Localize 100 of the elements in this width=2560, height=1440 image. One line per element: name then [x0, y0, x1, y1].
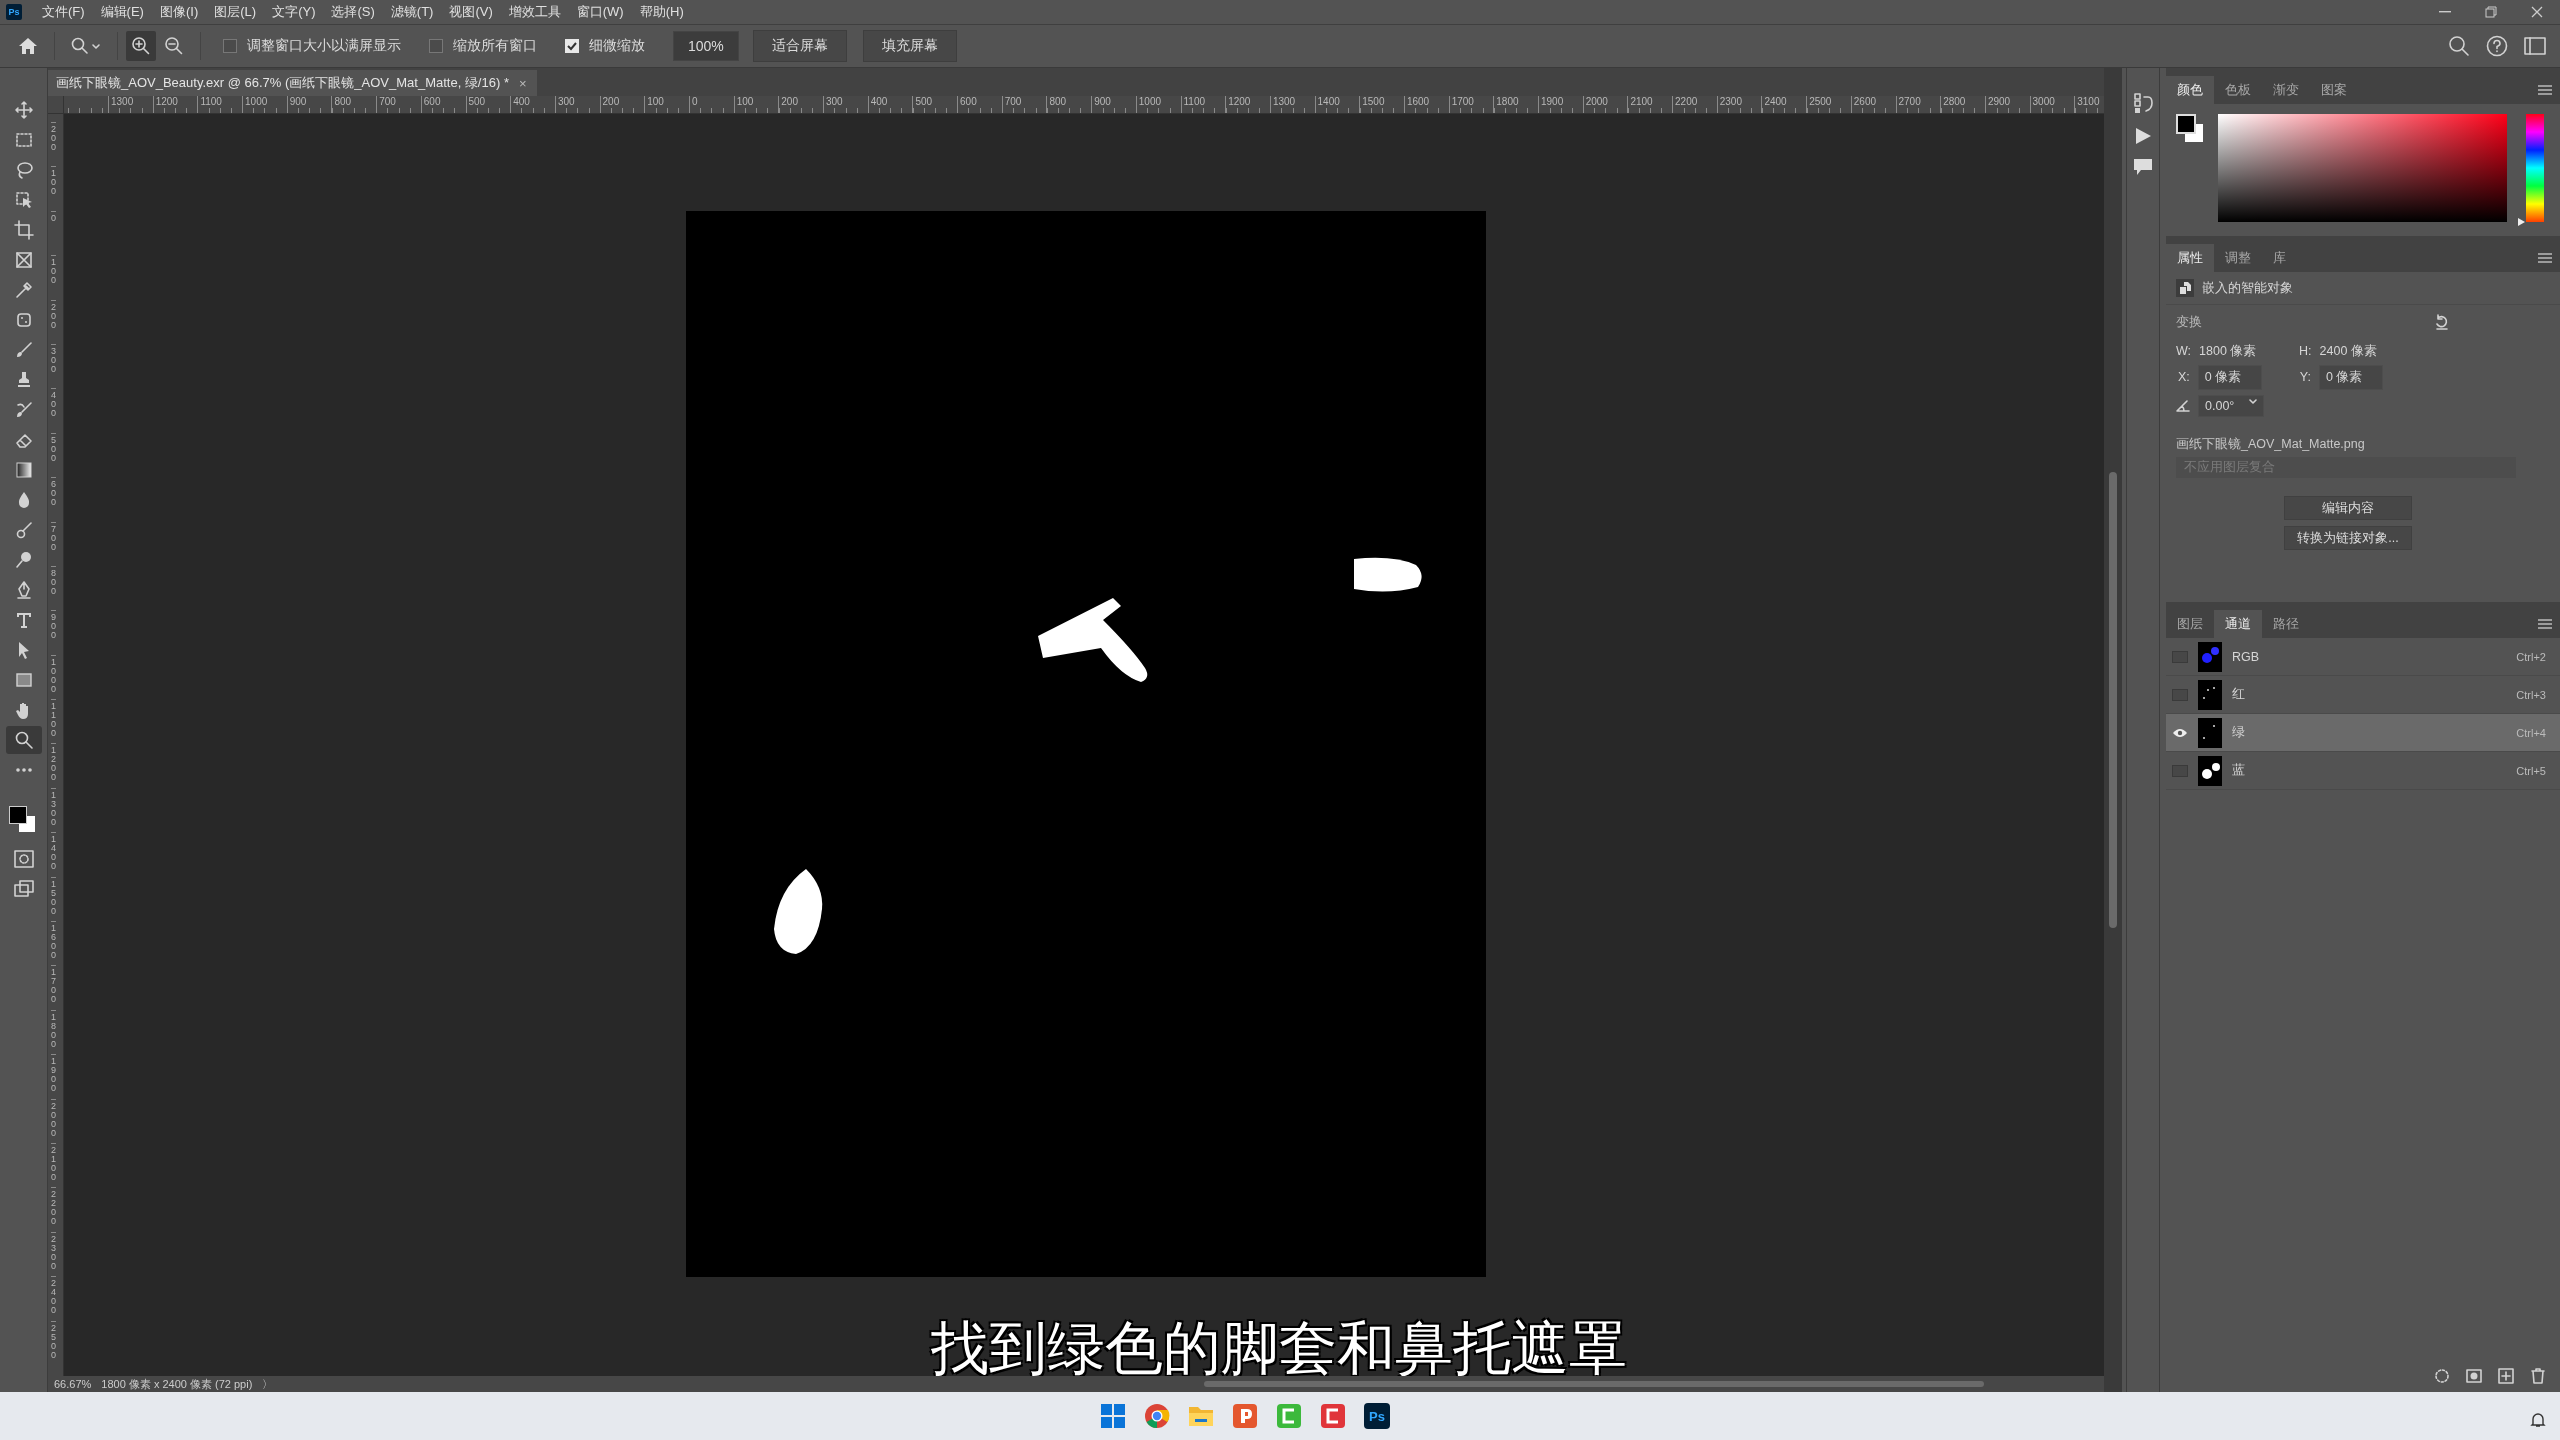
slider-thumb[interactable]: [2518, 218, 2525, 226]
visibility-toggle[interactable]: [2172, 650, 2188, 663]
menu-item[interactable]: 滤镜(T): [382, 3, 442, 21]
zoom-level: 66.67%: [54, 1378, 92, 1390]
ruler-label: 600: [51, 477, 56, 522]
panel-tab[interactable]: 图案: [2310, 76, 2358, 104]
close-icon[interactable]: ×: [518, 75, 527, 91]
document-tab[interactable]: 画纸下眼镜_AOV_Beauty.exr @ 66.7% (画纸下眼镜_AOV_Mat_Matte, 绿/16) * ×: [48, 70, 537, 96]
zoom-icon[interactable]: [71, 37, 101, 55]
convert-to-linked-button[interactable]: 转换为链接对象...: [2284, 526, 2412, 550]
ruler-label: 2500: [51, 1320, 56, 1365]
angle-field[interactable]: 0.00°: [2198, 395, 2264, 417]
ruler-label: 1600: [51, 921, 56, 966]
field-label: X:: [2178, 370, 2190, 384]
caret-icon[interactable]: [2249, 399, 2257, 405]
menu-item[interactable]: 编辑(E): [92, 3, 152, 21]
visibility-toggle[interactable]: [2172, 688, 2188, 701]
menu-item[interactable]: 帮助(H): [631, 3, 692, 21]
zoom-preset-button[interactable]: 适合屏幕: [752, 30, 847, 62]
panel-menu-icon[interactable]: [2538, 84, 2552, 96]
ruler-label: 2200: [51, 1187, 56, 1232]
ruler-label: 2000: [1582, 96, 1628, 113]
play-icon[interactable]: [2134, 126, 2152, 146]
y-field[interactable]: 0 像素: [2318, 364, 2383, 390]
status-arrow[interactable]: 〉: [262, 1376, 274, 1392]
edit-contents-button[interactable]: 编辑内容: [2284, 496, 2412, 520]
mask-icon[interactable]: [2466, 1368, 2482, 1384]
scrollbar[interactable]: [2104, 68, 2122, 1392]
trash-icon[interactable]: [2530, 1368, 2546, 1384]
panel-tab[interactable]: 调整: [2214, 244, 2262, 272]
presentation-app-icon[interactable]: [1230, 1401, 1260, 1431]
panel-tab[interactable]: 属性: [2166, 244, 2214, 272]
channel-row[interactable]: RGB Ctrl+2: [2166, 638, 2560, 676]
menu-item[interactable]: 视图(V): [441, 3, 501, 21]
checkbox[interactable]: [223, 39, 237, 53]
workspace-icon[interactable]: [2524, 37, 2546, 55]
zoom-icon: [13, 730, 34, 750]
zoom-field[interactable]: 100%: [673, 31, 739, 61]
field-label: Y:: [2299, 370, 2311, 384]
screen-mode-icon[interactable]: [13, 880, 34, 898]
ruler-label: 400: [51, 388, 56, 433]
restore-icon[interactable]: [2485, 6, 2497, 18]
bracket-app-icon[interactable]: [1274, 1401, 1304, 1431]
zoom-preset-button[interactable]: 填充屏幕: [862, 30, 957, 62]
checkbox[interactable]: [429, 39, 443, 53]
windows-start-icon[interactable]: [1098, 1401, 1128, 1431]
panel-tab[interactable]: 颜色: [2166, 76, 2214, 104]
visibility-toggle[interactable]: [2172, 764, 2188, 777]
ruler-label: 1000: [1135, 96, 1181, 113]
home-icon[interactable]: [18, 37, 38, 55]
panel-menu-icon[interactable]: [2538, 618, 2552, 630]
zoom-out-icon[interactable]: [164, 36, 184, 56]
help-icon[interactable]: [2486, 35, 2508, 57]
eye-icon[interactable]: [2172, 726, 2188, 739]
x-field[interactable]: 0 像素: [2197, 364, 2262, 390]
channel-name: 蓝: [2232, 762, 2245, 779]
menu-item[interactable]: 选择(S): [323, 3, 383, 21]
ruler-label: 100: [733, 96, 779, 113]
field-label: W:: [2176, 344, 2192, 358]
panel-tab[interactable]: 渐变: [2262, 76, 2310, 104]
close-icon[interactable]: [2531, 6, 2543, 18]
quick-mask-icon[interactable]: [13, 850, 34, 868]
comment-icon[interactable]: [2133, 158, 2153, 176]
ruler-label: 200: [51, 299, 56, 344]
color-field[interactable]: [2218, 114, 2507, 222]
ruler-label: 400: [867, 96, 913, 113]
panel-tab[interactable]: 色板: [2214, 76, 2262, 104]
browser-icon[interactable]: [1142, 1401, 1172, 1431]
new-channel-icon[interactable]: [2498, 1368, 2514, 1384]
reset-icon[interactable]: [2434, 314, 2450, 330]
menu-item[interactable]: 窗口(W): [568, 3, 632, 21]
panel-tab[interactable]: 路径: [2262, 610, 2310, 638]
search-icon[interactable]: [2448, 35, 2470, 57]
photoshop-taskbar-icon[interactable]: Ps: [1364, 1403, 1390, 1429]
ruler-label: 2200: [1672, 96, 1717, 113]
menu-item[interactable]: 增效工具: [500, 3, 569, 21]
channel-row[interactable]: 绿 Ctrl+4: [2166, 714, 2560, 752]
history-icon[interactable]: [2133, 92, 2153, 114]
bracket-app-icon[interactable]: [1318, 1401, 1348, 1431]
zoom-in-button[interactable]: [126, 31, 156, 61]
ruler-label: 1900: [1538, 96, 1583, 113]
panel-tab[interactable]: 库: [2262, 244, 2297, 272]
field-label: H:: [2299, 344, 2312, 358]
panel-menu-icon[interactable]: [2538, 252, 2552, 264]
notification-icon[interactable]: [2530, 1412, 2546, 1428]
panel-tab[interactable]: 图层: [2166, 610, 2214, 638]
tool-button[interactable]: [5, 726, 42, 754]
ruler-label: 2600: [1850, 96, 1896, 113]
scrollbar[interactable]: [1204, 1381, 1984, 1387]
ruler-label: 1600: [1403, 96, 1449, 113]
panel-tab[interactable]: 通道: [2214, 610, 2262, 638]
menu-item[interactable]: 图像(I): [151, 3, 207, 21]
move-icon: [13, 100, 34, 120]
menu-item[interactable]: 文字(Y): [264, 3, 324, 21]
menu-item[interactable]: 文件(F): [34, 3, 93, 21]
channel-row[interactable]: 蓝 Ctrl+5: [2166, 752, 2560, 790]
ruler-label: 1100: [51, 699, 56, 744]
ruler-label: 300: [51, 343, 56, 389]
menu-item[interactable]: 图层(L): [206, 3, 265, 21]
load-selection-icon[interactable]: [2434, 1368, 2450, 1384]
